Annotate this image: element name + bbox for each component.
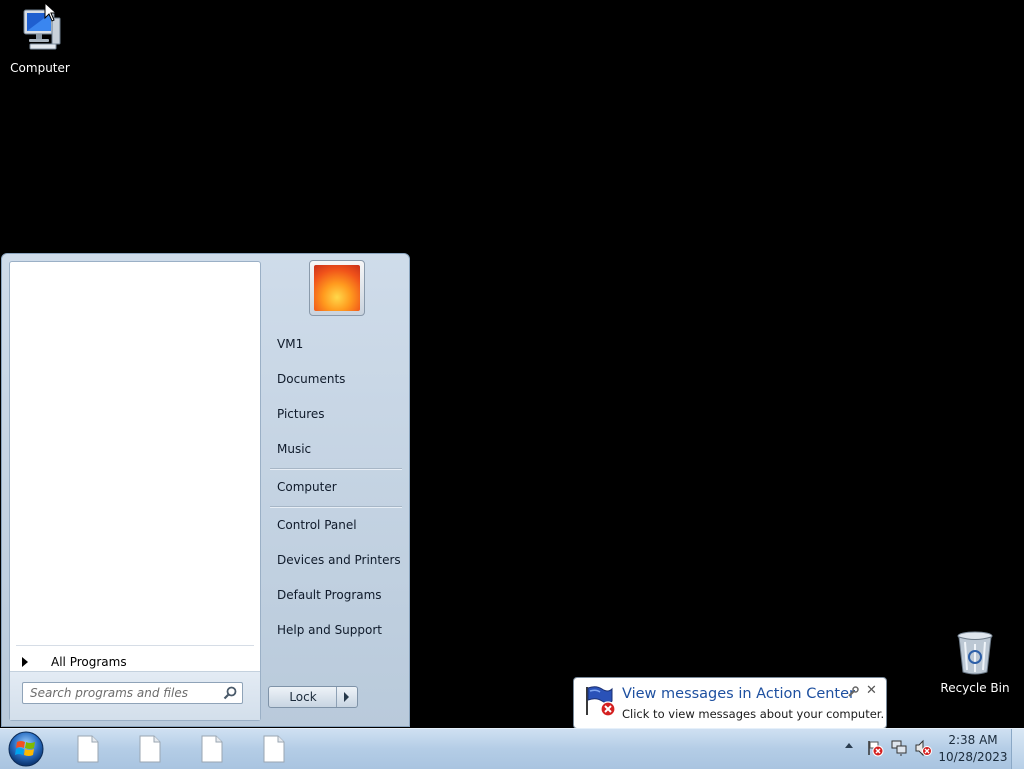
start-item-default-programs[interactable]: Default Programs: [270, 580, 405, 610]
start-menu-programs-pane: All Programs: [9, 261, 261, 721]
user-picture[interactable]: [309, 260, 365, 316]
programs-list: [10, 262, 260, 642]
desktop-icon-computer[interactable]: Computer: [0, 4, 80, 75]
search-input[interactable]: [23, 683, 220, 703]
document-icon[interactable]: [76, 735, 100, 763]
speaker-muted-icon[interactable]: [914, 739, 932, 757]
show-hidden-icons[interactable]: [845, 743, 853, 748]
document-icon[interactable]: [200, 735, 224, 763]
shutdown-options-button[interactable]: [336, 687, 357, 707]
start-menu: All Programs VM1 Documents Pictures Musi…: [1, 253, 410, 727]
right-arrow-icon: [22, 657, 28, 667]
start-item-devices-and-printers[interactable]: Devices and Printers: [270, 545, 405, 575]
desktop-icon-label: Recycle Bin: [940, 681, 1010, 695]
show-desktop-button[interactable]: [1011, 729, 1024, 769]
notification-text: Click to view messages about your comput…: [622, 707, 885, 721]
desktop-icon-recycle-bin[interactable]: Recycle Bin: [935, 630, 1015, 695]
start-item-documents[interactable]: Documents: [270, 364, 405, 394]
action-center-error-icon[interactable]: [866, 739, 884, 757]
flower-user-picture: [314, 265, 360, 311]
lock-button[interactable]: Lock: [269, 687, 337, 707]
search-box[interactable]: [22, 682, 243, 704]
desktop-icon-label: Computer: [10, 61, 70, 75]
notification-title: View messages in Action Center: [622, 686, 855, 702]
document-icon[interactable]: [138, 735, 162, 763]
start-item-control-panel[interactable]: Control Panel: [270, 510, 405, 540]
start-item-pictures[interactable]: Pictures: [270, 399, 405, 429]
start-item-help-and-support[interactable]: Help and Support: [270, 615, 405, 645]
all-programs-label: All Programs: [51, 655, 127, 669]
close-icon[interactable]: ✕: [866, 683, 877, 698]
all-programs-button[interactable]: All Programs: [16, 651, 254, 673]
mouse-pointer-icon: [44, 2, 58, 22]
clock-date[interactable]: 10/28/2023: [935, 750, 1011, 764]
clock-time[interactable]: 2:38 AM: [935, 733, 1011, 747]
recycle-bin-icon: [957, 631, 993, 675]
lock-button-group: Lock: [268, 686, 358, 708]
start-item-music[interactable]: Music: [270, 434, 405, 464]
start-item-computer[interactable]: Computer: [270, 472, 405, 502]
windows-orb-icon[interactable]: [6, 730, 46, 768]
action-center-flag-icon: [586, 686, 616, 717]
taskbar: 2:38 AM 10/28/2023: [0, 728, 1024, 769]
search-strip: [10, 671, 260, 720]
divider: [270, 468, 402, 470]
network-icon[interactable]: [890, 739, 908, 757]
divider: [16, 645, 254, 646]
search-icon[interactable]: [223, 686, 237, 700]
divider: [270, 506, 402, 508]
action-center-notification[interactable]: View messages in Action Center Click to …: [573, 677, 887, 738]
document-icon[interactable]: [262, 735, 286, 763]
wrench-icon[interactable]: [847, 686, 859, 698]
right-arrow-icon: [344, 692, 349, 702]
start-item-vm1[interactable]: VM1: [270, 329, 405, 359]
